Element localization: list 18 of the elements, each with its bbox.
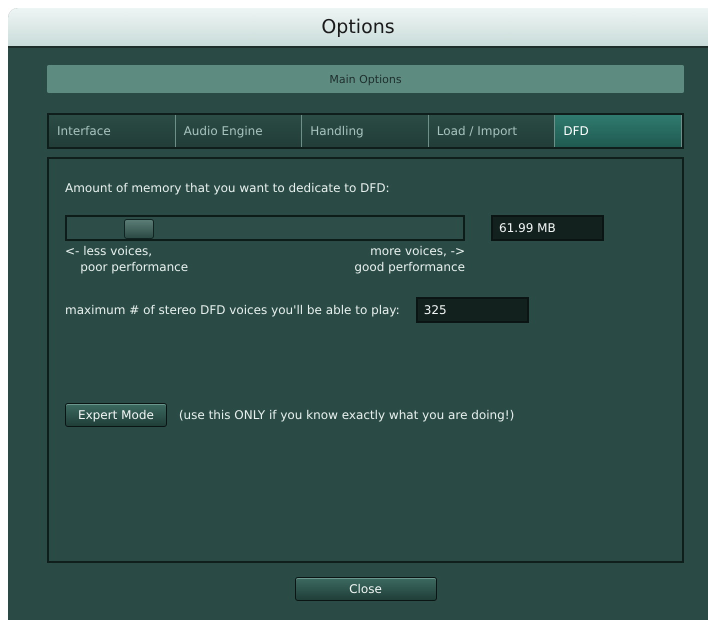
window-title: Options bbox=[321, 16, 395, 38]
tab[interactable]: Load / Import bbox=[428, 115, 556, 147]
memory-slider-track[interactable] bbox=[65, 215, 465, 241]
tab[interactable]: DFD bbox=[555, 115, 682, 147]
expert-warning: (use this ONLY if you know exactly what you are doing!) bbox=[178, 408, 514, 422]
memory-field[interactable]: 61.99 MB bbox=[491, 215, 604, 241]
tab[interactable]: Handling bbox=[302, 115, 429, 147]
slider-thumb[interactable] bbox=[124, 219, 154, 239]
tab[interactable]: Audio Engine bbox=[176, 115, 302, 147]
tab[interactable]: Interface bbox=[49, 115, 176, 147]
section-header: Main Options bbox=[47, 65, 684, 93]
expert-mode-button[interactable]: Expert Mode bbox=[65, 403, 167, 427]
voices-label: maximum # of stereo DFD voices you'll be able to play: bbox=[65, 303, 400, 317]
less-voices-hint: <- less voices, poor performance bbox=[65, 243, 188, 275]
more-voices-hint: more voices, -> good performance bbox=[354, 243, 465, 275]
close-button[interactable]: Close bbox=[294, 577, 436, 601]
voices-field[interactable]: 325 bbox=[416, 297, 529, 323]
memory-label: Amount of memory that you want to dedicate to DFD: bbox=[65, 181, 391, 195]
